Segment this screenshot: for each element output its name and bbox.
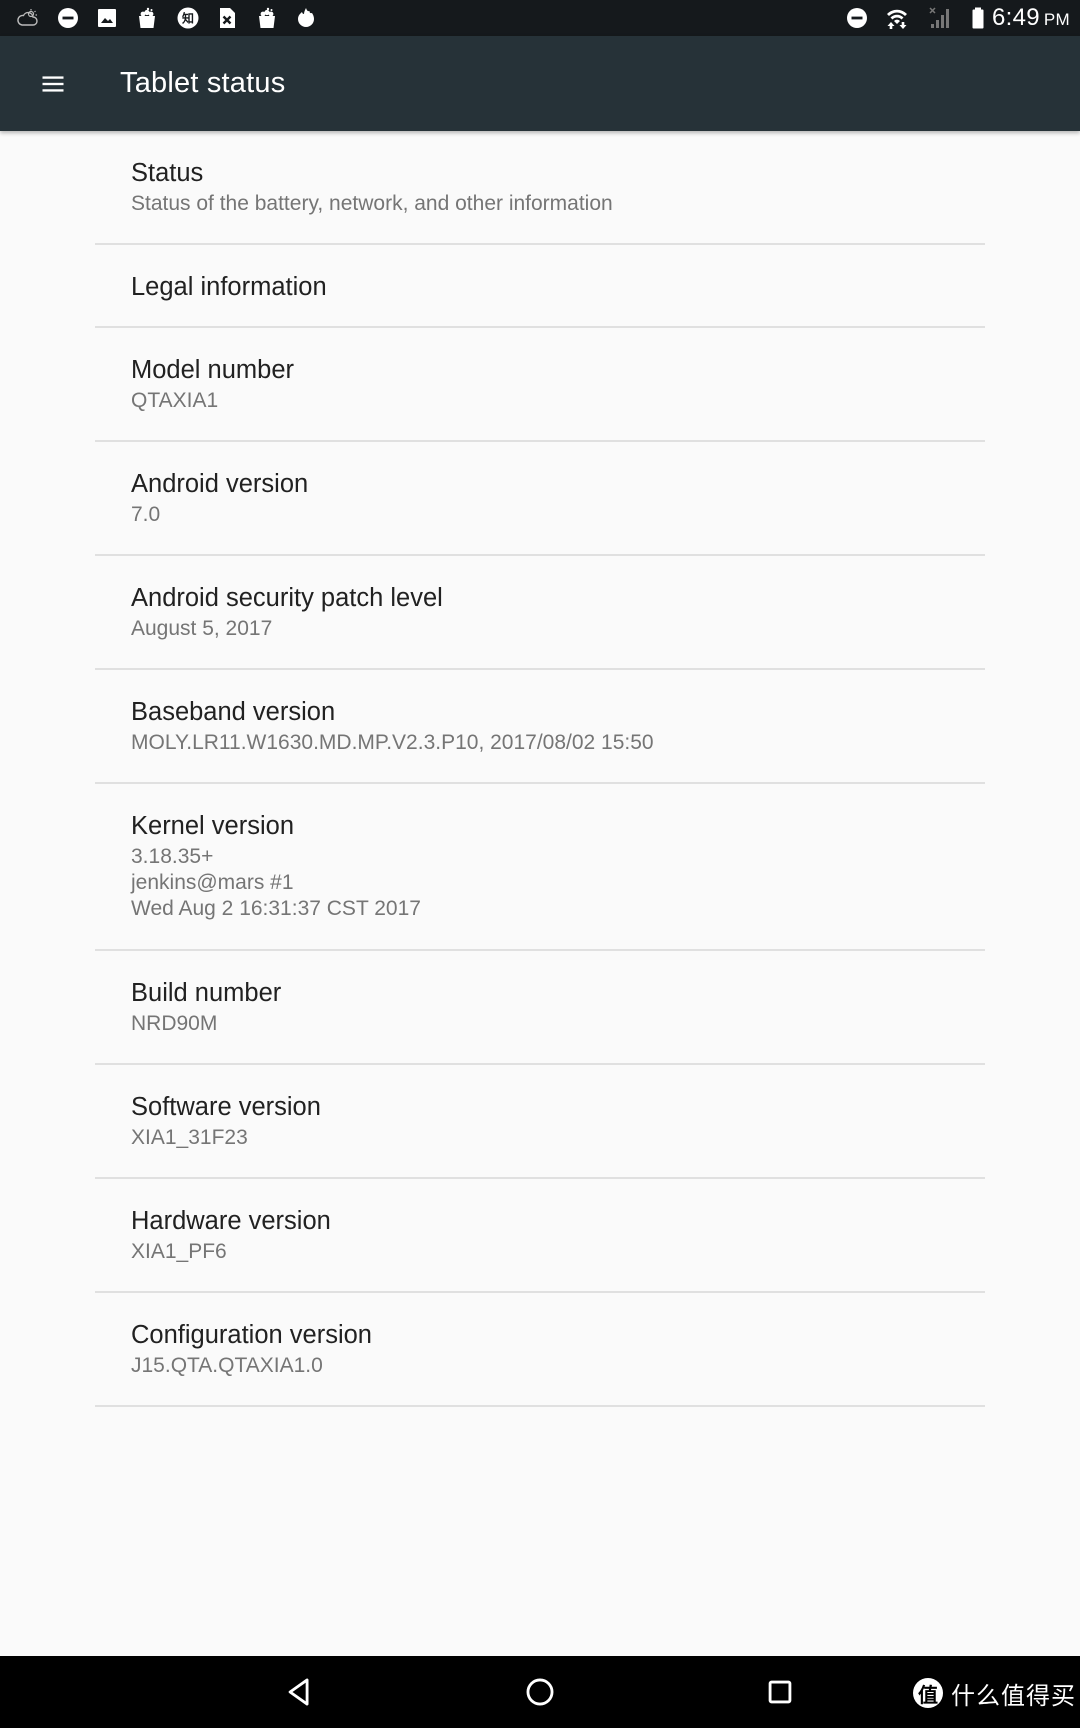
pref-summary: XIA1_PF6: [131, 1240, 227, 1263]
do-not-disturb-icon: [845, 6, 869, 30]
recents-square-icon: [768, 1680, 792, 1704]
preference-list: Status Status of the battery, network, a…: [95, 131, 985, 1407]
flame-icon: [294, 6, 318, 30]
pref-title: Android version: [131, 470, 309, 498]
page-title: Tablet status: [120, 67, 286, 99]
pref-title: Model number: [131, 356, 294, 384]
pref-title: Baseband version: [131, 698, 336, 726]
pref-model-number[interactable]: Model number QTAXIA1: [95, 328, 985, 442]
pref-title: Kernel version: [131, 812, 294, 840]
pref-summary: 7.0: [131, 503, 161, 526]
pref-legal-information[interactable]: Legal information: [95, 245, 985, 328]
pref-title: Legal information: [131, 273, 327, 301]
home-circle-icon: [526, 1678, 554, 1706]
pref-title: Build number: [131, 979, 282, 1007]
pref-summary: XIA1_31F23: [131, 1126, 248, 1149]
pref-software-version[interactable]: Software version XIA1_31F23: [95, 1065, 985, 1179]
pref-hardware-version[interactable]: Hardware version XIA1_PF6: [95, 1179, 985, 1293]
clock: 6:49 PM: [992, 3, 1070, 33]
pref-summary: J15.QTA.QTAXIA1.0: [131, 1354, 323, 1377]
pref-summary: MOLY.LR11.W1630.MD.MP.V2.3.P10, 2017/08/…: [131, 731, 654, 754]
weather-cloud-icon: [16, 6, 40, 30]
do-not-disturb-icon: [56, 6, 80, 30]
pref-title: Configuration version: [131, 1321, 372, 1349]
pref-title: Hardware version: [131, 1207, 331, 1235]
pref-title: Status: [131, 159, 204, 187]
zhihu-icon: 知: [176, 6, 200, 30]
pref-summary: NRD90M: [131, 1012, 218, 1035]
hamburger-menu-icon: [42, 76, 64, 92]
navigation-drawer-button[interactable]: [28, 59, 78, 109]
pref-summary: 3.18.35+ jenkins@mars #1 Wed Aug 2 16:31…: [131, 845, 421, 920]
sim-error-icon: [215, 6, 239, 30]
status-bar: 知 6:49 PM: [0, 0, 1080, 36]
pref-security-patch-level[interactable]: Android security patch level August 5, 2…: [95, 556, 985, 670]
pref-title: Software version: [131, 1093, 321, 1121]
shopping-bag-icon: [255, 6, 279, 30]
pref-summary: Status of the battery, network, and othe…: [131, 192, 613, 215]
pref-status[interactable]: Status Status of the battery, network, a…: [95, 131, 985, 245]
pref-summary: QTAXIA1: [131, 389, 219, 412]
pref-kernel-version[interactable]: Kernel version 3.18.35+ jenkins@mars #1 …: [95, 784, 985, 951]
pref-configuration-version[interactable]: Configuration version J15.QTA.QTAXIA1.0: [95, 1293, 985, 1407]
back-triangle-icon: [288, 1678, 309, 1706]
pref-android-version[interactable]: Android version 7.0: [95, 442, 985, 556]
cell-signal-no-service-icon: [928, 6, 952, 30]
clock-ampm: PM: [1043, 10, 1070, 29]
svg-text:知: 知: [181, 11, 194, 26]
clock-time: 6:49: [991, 4, 1040, 31]
battery-icon: [966, 6, 990, 30]
navigation-bar: 值 什么值得买: [0, 1656, 1080, 1728]
pref-summary: August 5, 2017: [131, 617, 273, 640]
recents-button[interactable]: [750, 1668, 810, 1716]
app-toolbar: Tablet status: [0, 36, 1080, 131]
shopping-bag-icon: [135, 6, 159, 30]
image-icon: [95, 6, 119, 30]
watermark: 值 什么值得买: [913, 1676, 1076, 1710]
wifi-icon: [885, 6, 909, 30]
watermark-badge: 值: [913, 1678, 943, 1708]
pref-build-number[interactable]: Build number NRD90M: [95, 951, 985, 1065]
pref-baseband-version[interactable]: Baseband version MOLY.LR11.W1630.MD.MP.V…: [95, 670, 985, 784]
pref-title: Android security patch level: [131, 584, 443, 612]
back-button[interactable]: [270, 1668, 330, 1716]
watermark-text: 什么值得买: [951, 1681, 1076, 1710]
home-button[interactable]: [510, 1668, 570, 1716]
